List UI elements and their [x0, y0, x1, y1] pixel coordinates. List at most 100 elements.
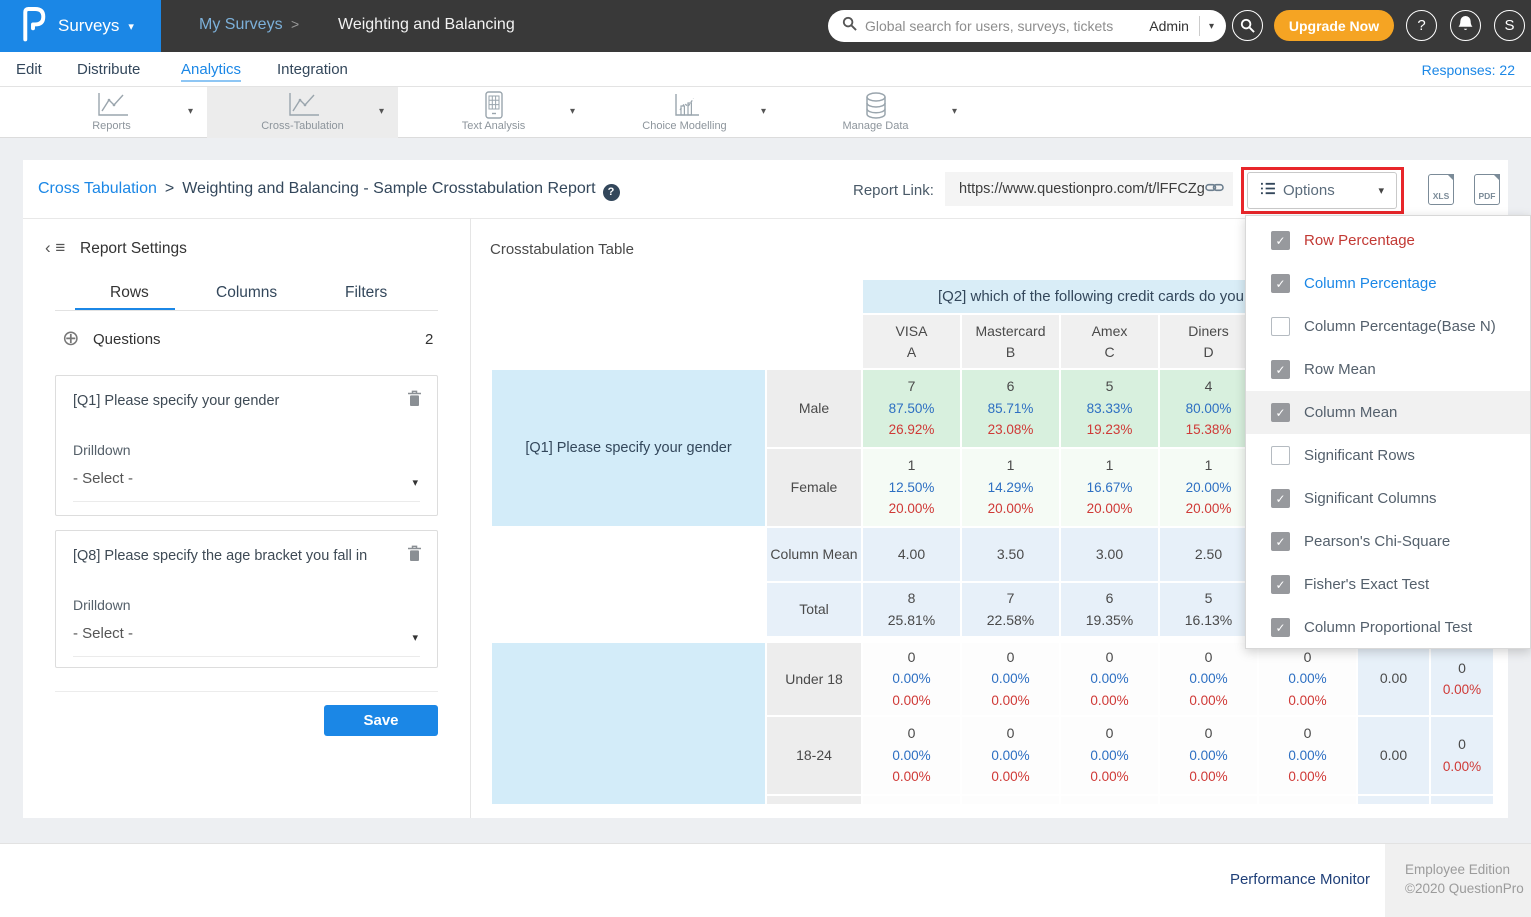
checkbox-checked-icon[interactable]: ✓ — [1271, 403, 1290, 422]
column-mean-cell: 3.50 — [962, 528, 1059, 581]
options-menu: ✓Row Percentage✓Column PercentageColumn … — [1245, 215, 1531, 649]
column-mean-cell: 4.00 — [863, 528, 960, 581]
tab-columns[interactable]: Columns — [216, 284, 277, 302]
question-card-q8: [Q8] Please specify the age bracket you … — [55, 530, 438, 668]
performance-monitor-link[interactable]: Performance Monitor — [1230, 871, 1370, 888]
drilldown-select[interactable]: - Select - ▾ — [73, 625, 420, 657]
breadcrumb-separator: > — [165, 180, 174, 197]
data-cell: 480.00%15.38% — [1160, 370, 1257, 447]
tab-distribute[interactable]: Distribute — [77, 61, 140, 78]
product-switcher[interactable]: Surveys ▾ — [0, 0, 161, 52]
tab-filters[interactable]: Filters — [345, 284, 387, 302]
checkbox-checked-icon[interactable]: ✓ — [1271, 575, 1290, 594]
checkbox-checked-icon[interactable]: ✓ — [1271, 231, 1290, 250]
data-cell: 00.00%0.00% — [1061, 643, 1158, 715]
row-label-female: Female — [767, 449, 861, 526]
toolbar-item-label: Cross-Tabulation — [207, 120, 398, 132]
help-button[interactable]: ? — [1406, 10, 1437, 41]
search-submit-button[interactable] — [1232, 10, 1263, 41]
export-xls-button[interactable]: XLS — [1428, 174, 1454, 205]
option-row-percentage[interactable]: ✓Row Percentage — [1246, 219, 1530, 262]
tab-rows[interactable]: Rows — [110, 284, 149, 302]
search-scope-selector[interactable]: Admin — [1149, 18, 1189, 34]
option-label: Column Mean — [1304, 404, 1397, 421]
data-cell: 00.00%0.00% — [1061, 717, 1158, 794]
column-header-mastercard: MastercardB — [962, 315, 1059, 368]
add-question-icon[interactable]: ⊕ — [62, 326, 80, 351]
cross-tabulation-link[interactable]: Cross Tabulation — [38, 180, 157, 197]
checkbox-checked-icon[interactable]: ✓ — [1271, 489, 1290, 508]
search-input[interactable] — [865, 18, 1149, 34]
checkbox-checked-icon[interactable]: ✓ — [1271, 532, 1290, 551]
data-cell: 114.29%20.00% — [962, 449, 1059, 526]
breadcrumb-my-surveys[interactable]: My Surveys — [199, 16, 283, 34]
save-button[interactable]: Save — [324, 705, 438, 736]
tab-integration[interactable]: Integration — [277, 61, 348, 78]
tab-analytics[interactable]: Analytics — [181, 61, 241, 82]
trash-icon[interactable] — [407, 390, 422, 412]
upgrade-now-button[interactable]: Upgrade Now — [1274, 10, 1394, 41]
option-fisher-s-exact-test[interactable]: ✓ Fisher's Exact Test — [1246, 563, 1530, 606]
chevron-down-icon: ▾ — [570, 106, 575, 117]
row-mean-cell: 0.00 — [1358, 643, 1429, 715]
partial-row-cell — [767, 796, 861, 804]
chevron-down-icon: ▾ — [188, 106, 193, 117]
row-label-18-24: 18-24 — [767, 717, 861, 794]
question-title: [Q1] Please specify your gender — [73, 393, 279, 409]
drilldown-label: Drilldown — [73, 442, 131, 458]
folded-corner — [1447, 174, 1454, 181]
toolbar-item-text-analysis[interactable]: Text Analysis ▾ — [398, 87, 589, 138]
divider — [55, 691, 438, 692]
toolbar-item-label: Reports — [16, 120, 207, 132]
checkbox-checked-icon[interactable]: ✓ — [1271, 618, 1290, 637]
checkbox-unchecked-icon[interactable] — [1271, 317, 1290, 336]
option-significant-rows[interactable]: Significant Rows — [1246, 434, 1530, 477]
drilldown-select[interactable]: - Select - ▾ — [73, 470, 420, 502]
report-link-box[interactable]: https://www.questionpro.com/t/lFFCZg — [945, 172, 1233, 206]
toolbar-item-label: Manage Data — [780, 120, 971, 132]
option-column-proportional-test[interactable]: ✓Column Proportional Test — [1246, 606, 1530, 649]
option-pearson-s-chi-square[interactable]: ✓ Pearson's Chi-Square — [1246, 520, 1530, 563]
option-label: Pearson's Chi-Square — [1304, 533, 1450, 550]
responses-count: Responses: 22 — [1422, 62, 1515, 78]
toolbar-item-label: Choice Modelling — [589, 120, 780, 132]
options-button[interactable]: Options ▾ — [1247, 172, 1397, 209]
option-column-percentage[interactable]: ✓ Column Percentage — [1246, 262, 1530, 305]
option-label: Column Percentage — [1304, 275, 1437, 292]
collapse-sidebar-icon[interactable]: ‹ ≡ — [45, 238, 65, 258]
global-search[interactable]: Admin ▾ — [828, 10, 1226, 42]
option-column-mean[interactable]: ✓ Column Mean — [1246, 391, 1530, 434]
option-column-percentage-base-n[interactable]: Column Percentage(Base N) — [1246, 305, 1530, 348]
link-icon[interactable] — [1205, 180, 1224, 198]
total-cell: 00.00% — [1431, 643, 1493, 715]
help-icon[interactable]: ? — [603, 184, 620, 201]
toolbar-item-manage-data[interactable]: Manage Data▾ — [780, 87, 971, 138]
notifications-button[interactable] — [1450, 10, 1481, 41]
toolbar-item-cross-tabulation[interactable]: Cross-Tabulation▾ — [207, 87, 398, 138]
toolbar-item-label: Text Analysis — [398, 120, 589, 132]
chevron-down-icon: ▾ — [761, 106, 766, 117]
checkbox-checked-icon[interactable]: ✓ — [1271, 360, 1290, 379]
column-header-visa: VISAA — [863, 315, 960, 368]
report-title: Weighting and Balancing - Sample Crossta… — [182, 180, 595, 197]
crosstab-table-title: Crosstabulation Table — [490, 241, 634, 258]
option-label: Fisher's Exact Test — [1304, 576, 1429, 593]
export-pdf-button[interactable]: PDF — [1474, 174, 1500, 205]
row-label-total: Total — [767, 583, 861, 636]
partial-row-cell — [1061, 796, 1158, 804]
crosstab-age-section: Under 1800.00%0.00%00.00%0.00%00.00%0.00… — [492, 643, 1493, 804]
avatar[interactable]: S — [1494, 10, 1525, 41]
report-url[interactable]: https://www.questionpro.com/t/lFFCZg — [959, 181, 1205, 197]
trash-icon[interactable] — [407, 545, 422, 567]
toolbar-item-reports[interactable]: Reports ▾ — [16, 87, 207, 138]
toolbar-item-choice-modelling[interactable]: Choice Modelling ▾ — [589, 87, 780, 138]
copyright-line: ©2020 QuestionPro — [1405, 879, 1531, 898]
checkbox-unchecked-icon[interactable] — [1271, 446, 1290, 465]
tab-edit[interactable]: Edit — [16, 61, 42, 78]
edition-line: Employee Edition — [1405, 860, 1531, 879]
option-significant-columns[interactable]: ✓Significant Columns — [1246, 477, 1530, 520]
checkbox-checked-icon[interactable]: ✓ — [1271, 274, 1290, 293]
data-cell: 00.00%0.00% — [863, 717, 960, 794]
option-row-mean[interactable]: ✓Row Mean — [1246, 348, 1530, 391]
chevron-down-icon[interactable]: ▾ — [1209, 21, 1214, 32]
